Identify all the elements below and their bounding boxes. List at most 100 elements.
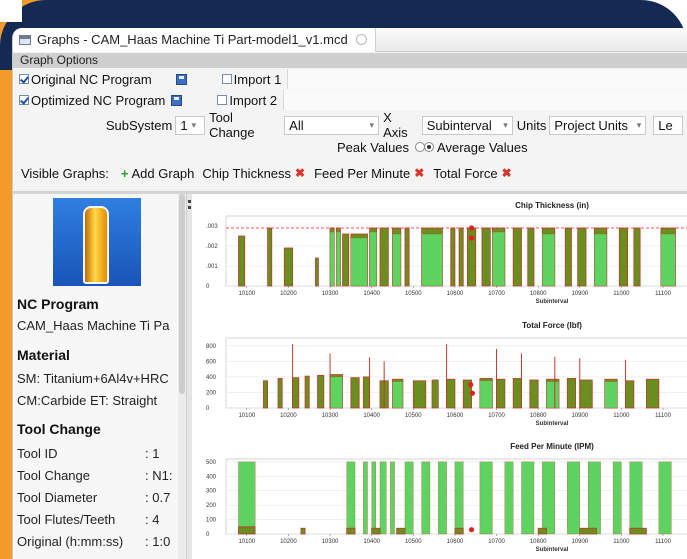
- optimized-program-label: Optimized NC Program: [31, 92, 166, 108]
- series-0-segment: [404, 227, 410, 287]
- series-0-segment: [633, 227, 641, 287]
- sm-value: SM: Titanium+6Al4v+HRC: [17, 371, 169, 386]
- series-1-segment: [479, 380, 493, 409]
- y-tick-label: 600: [206, 359, 217, 365]
- x-tick-label: 10700: [488, 291, 505, 297]
- remove-feed-per-minute-icon[interactable]: ✖: [414, 166, 424, 180]
- tool-change-heading: Tool Change: [17, 421, 101, 437]
- y-tick-label: .003: [206, 224, 218, 230]
- series-0-segment: [300, 527, 306, 535]
- save-optimized-icon[interactable]: [171, 94, 183, 106]
- visible-graphs-row: Visible Graphs: + Add Graph Chip Thickne…: [13, 163, 687, 183]
- remove-chip-thickness-icon[interactable]: ✖: [295, 166, 305, 180]
- import2-checkbox[interactable]: [217, 95, 228, 105]
- chevron-down-icon: ▾: [636, 119, 642, 130]
- remove-total-force-icon[interactable]: ✖: [502, 166, 512, 180]
- save-original-icon[interactable]: [175, 73, 187, 85]
- chevron-down-icon: ▾: [369, 119, 375, 130]
- x-tick-label: 10500: [405, 413, 422, 419]
- series-0-segment: [362, 376, 370, 409]
- x-axis-label: Subinterval: [536, 547, 569, 553]
- info-value: : 1: [145, 446, 160, 461]
- series-1-segment: [392, 233, 401, 287]
- x-tick-label: 10400: [363, 413, 380, 419]
- x-tick-label: 10300: [322, 413, 339, 419]
- optimized-program-checkbox[interactable]: [19, 95, 29, 105]
- units-select[interactable]: Project Units ▾: [549, 115, 647, 135]
- series-1-segment: [404, 461, 414, 535]
- x-tick-label: 10800: [530, 539, 547, 545]
- series-0-segment: [238, 235, 246, 287]
- y-tick-label: 800: [206, 344, 217, 350]
- info-value: : N1:: [145, 468, 173, 483]
- graphs-area: Chip Thickness (in) 0 .001 .002 .003 10100 102…: [192, 194, 687, 559]
- series-1-segment: [604, 381, 618, 409]
- x-tick-label: 10900: [571, 539, 588, 545]
- x-tick-label: 10400: [363, 291, 380, 297]
- info-value: : 0.7: [145, 490, 171, 505]
- series-0-segment: [579, 379, 593, 409]
- series-0-segment: [283, 247, 293, 287]
- import2-field[interactable]: [283, 90, 687, 110]
- average-values-label: Average Values: [437, 139, 528, 155]
- series-0-segment: [577, 227, 587, 287]
- y-tick-label: 500: [206, 460, 217, 466]
- import1-field[interactable]: [287, 69, 687, 89]
- tab-close-icon[interactable]: [355, 34, 367, 45]
- info-row: Tool Change: N1:: [17, 468, 186, 483]
- chart-title: Chip Thickness (in): [515, 201, 589, 210]
- series-1-segment: [329, 376, 343, 409]
- x-tick-label: 11000: [613, 291, 630, 297]
- x-tick-label: 10500: [405, 539, 422, 545]
- import1-checkbox[interactable]: [221, 74, 232, 84]
- chevron-down-icon: ▾: [191, 119, 197, 130]
- graphs-tab[interactable]: Graphs - CAM_Haas Machine Ti Part-model1…: [13, 28, 376, 52]
- info-panel-scrollbar[interactable]: [178, 194, 186, 559]
- series-1-segment: [454, 461, 464, 535]
- window-icon: [19, 34, 31, 45]
- average-values-radio[interactable]: [424, 142, 435, 152]
- peak-marker: [469, 390, 475, 396]
- x-axis-value: Subinterval: [426, 117, 492, 133]
- y-tick-label: 400: [206, 474, 217, 480]
- chevron-down-icon: ▾: [503, 119, 508, 130]
- y-tick-label: 300: [206, 489, 217, 495]
- x-tick-label: 10700: [488, 539, 505, 545]
- graph-options-header[interactable]: Graph Options: [13, 53, 687, 68]
- y-tick-label: 0: [206, 532, 210, 538]
- series-0-segment: [496, 378, 506, 409]
- x-axis-select[interactable]: Subinterval ▾: [421, 115, 513, 135]
- x-tick-label: 10100: [238, 291, 255, 297]
- tool-change-select[interactable]: All ▾: [284, 115, 380, 135]
- window-titlebar: Graphs - CAM_Haas Machine Ti Part-model1…: [13, 28, 687, 52]
- add-graph-button[interactable]: Add Graph: [132, 166, 195, 181]
- series-0-segment: [537, 527, 547, 535]
- series-0-segment: [304, 375, 310, 409]
- x-tick-label: 10800: [530, 413, 547, 419]
- series-0-segment: [292, 377, 300, 409]
- decorative-corner: [0, 0, 22, 22]
- info-key: Original (h:mm:ss): [17, 534, 124, 549]
- series-0-segment: [629, 527, 647, 535]
- scrollbar-thumb[interactable]: [179, 194, 185, 394]
- visible-graph-total-force: Total Force: [433, 165, 498, 181]
- x-tick-label: 10600: [447, 539, 464, 545]
- x-tick-label: 10800: [530, 291, 547, 297]
- x-axis-label: X Axis: [383, 110, 408, 140]
- series-1-segment: [629, 461, 643, 535]
- series-0-segment: [379, 227, 389, 287]
- series-0-segment: [512, 227, 522, 287]
- x-tick-label: 10200: [280, 539, 297, 545]
- material-heading: Material: [17, 347, 70, 363]
- subsystem-select[interactable]: 1 ▾: [175, 115, 206, 135]
- subsystem-label: SubSystem: [105, 117, 173, 133]
- y-tick-label: 400: [206, 375, 217, 381]
- series-1-segment: [238, 461, 256, 535]
- original-program-checkbox[interactable]: [19, 74, 29, 84]
- series-1-segment: [438, 461, 447, 535]
- graphs-window: Graphs - CAM_Haas Machine Ti Part-model1…: [12, 28, 687, 559]
- truncated-button[interactable]: Le: [653, 115, 683, 135]
- add-icon[interactable]: +: [121, 166, 129, 181]
- graphs-svg: Chip Thickness (in) 0 .001 .002 .003 10100 102…: [206, 201, 687, 553]
- series-1-segment: [504, 461, 514, 535]
